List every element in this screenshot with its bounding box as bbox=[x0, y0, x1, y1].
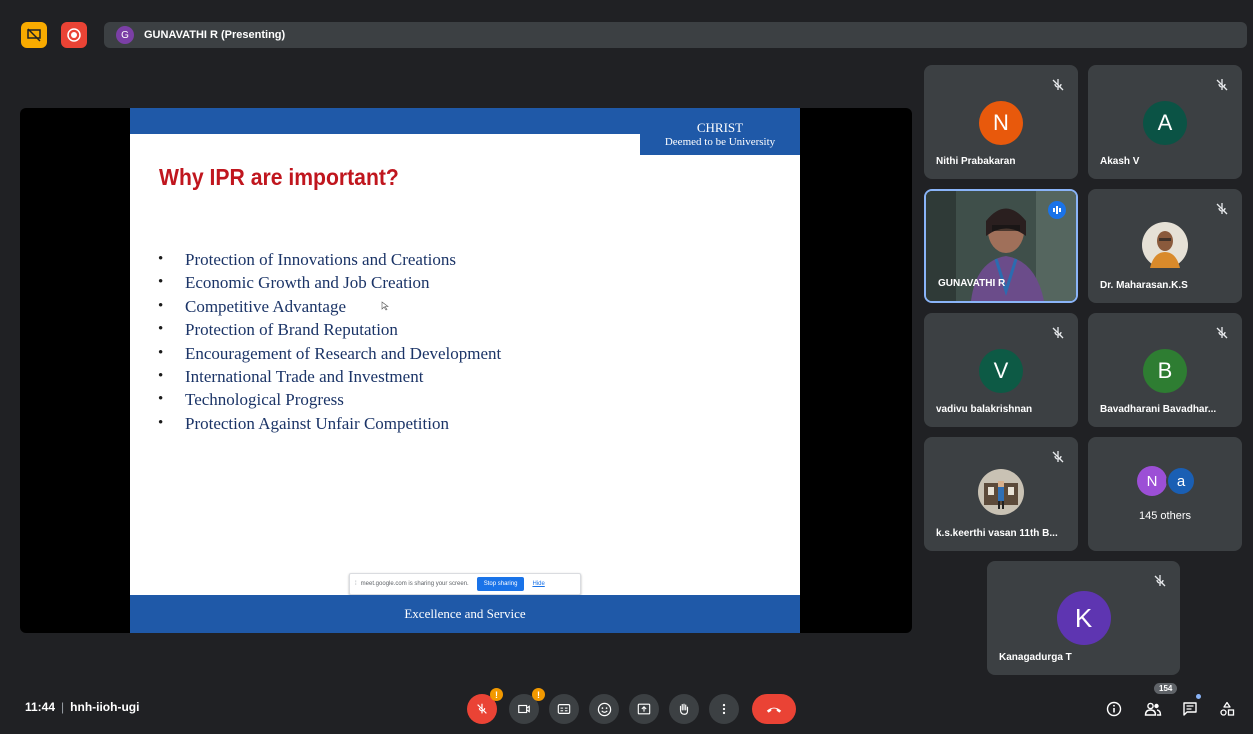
stop-sharing-button[interactable]: Stop sharing bbox=[476, 577, 525, 591]
participant-tile[interactable]: k.s.keerthi vasan 11th B... bbox=[924, 437, 1078, 551]
participant-tile-presenter[interactable]: GUNAVATHI R bbox=[924, 189, 1078, 303]
avatar-photo bbox=[978, 469, 1024, 515]
reactions-button[interactable] bbox=[589, 694, 619, 724]
slide-title: Why IPR are important? bbox=[159, 164, 399, 190]
others-avatar: a bbox=[1166, 466, 1196, 496]
presenting-label: GUNAVATHI R (Presenting) bbox=[144, 29, 286, 41]
bullet-item: • International Trade and Investment bbox=[158, 366, 424, 386]
meeting-details: 11:44 | hnh-iioh-ugi bbox=[25, 700, 140, 714]
bullet-item: • Protection of Brand Reputation bbox=[158, 320, 398, 340]
hand-icon bbox=[679, 703, 689, 715]
hang-up-icon bbox=[766, 707, 782, 713]
people-button[interactable] bbox=[1142, 698, 1164, 720]
participant-name: Nithi Prabakaran bbox=[936, 156, 1016, 167]
warning-badge: ! bbox=[490, 688, 503, 701]
participant-name: k.s.keerthi vasan 11th B... bbox=[936, 528, 1058, 539]
captions-icon bbox=[557, 704, 571, 714]
mic-off-icon bbox=[1052, 79, 1064, 91]
institution-box: CHRIST Deemed to be University bbox=[640, 108, 800, 155]
hide-link[interactable]: Hide bbox=[532, 581, 544, 587]
activities-icon bbox=[1220, 701, 1235, 716]
bullet-item: • Technological Progress bbox=[158, 390, 344, 410]
mic-off-icon bbox=[1154, 575, 1166, 587]
participant-tile[interactable]: A Akash V bbox=[1088, 65, 1242, 179]
screen-share-notice: ⁞ meet.google.com is sharing your screen… bbox=[349, 573, 581, 595]
chat-notification-dot bbox=[1196, 694, 1201, 699]
bullet-item: • Protection of Innovations and Creations bbox=[158, 250, 457, 269]
mic-off-icon bbox=[1216, 327, 1228, 339]
clock-time: 11:44 bbox=[25, 700, 56, 714]
participant-tile[interactable]: K Kanagadurga T bbox=[987, 561, 1180, 675]
others-tile[interactable]: N a 145 others bbox=[1088, 437, 1242, 551]
bullet-list: • Protection of Innovations and Creations… bbox=[158, 248, 501, 435]
top-bar: G GUNAVATHI R (Presenting) bbox=[0, 0, 1253, 62]
participant-name: GUNAVATHI R bbox=[938, 278, 1006, 289]
mic-off-icon bbox=[1052, 451, 1064, 463]
leave-call-button[interactable] bbox=[752, 694, 796, 724]
camera-toggle-button[interactable]: ! bbox=[509, 688, 545, 724]
speaking-indicator-icon bbox=[1048, 201, 1066, 219]
bullet-item: • Competitive Advantage bbox=[158, 296, 346, 316]
info-icon bbox=[1106, 701, 1122, 717]
mic-off-icon bbox=[1052, 327, 1064, 339]
participant-avatar: B bbox=[1143, 349, 1187, 393]
participant-avatar: N bbox=[979, 101, 1023, 145]
participant-tile[interactable]: Dr. Maharasan.K.S bbox=[1088, 189, 1242, 303]
mic-off-icon bbox=[1216, 79, 1228, 91]
others-count: 145 others bbox=[1139, 510, 1191, 522]
more-vert-icon bbox=[722, 703, 726, 715]
participant-name: Akash V bbox=[1100, 156, 1140, 167]
mouse-cursor-icon bbox=[381, 301, 389, 311]
warning-badge: ! bbox=[532, 688, 545, 701]
participant-tile[interactable]: B Bavadharani Bavadhar... bbox=[1088, 313, 1242, 427]
presentation-icon[interactable] bbox=[21, 22, 47, 48]
chat-icon bbox=[1183, 702, 1197, 716]
participant-name: Kanagadurga T bbox=[999, 652, 1072, 663]
participant-tile[interactable]: N Nithi Prabakaran bbox=[924, 65, 1078, 179]
activities-button[interactable] bbox=[1216, 698, 1238, 720]
participant-count-badge: 154 bbox=[1154, 683, 1178, 694]
meeting-info-button[interactable] bbox=[1103, 698, 1125, 720]
presenter-avatar: G bbox=[116, 26, 134, 44]
mic-off-icon bbox=[1216, 203, 1228, 215]
institution-name: CHRIST bbox=[696, 120, 744, 135]
meeting-code: hnh-iioh-ugi bbox=[70, 700, 140, 714]
participant-avatar: K bbox=[1056, 591, 1111, 645]
mic-toggle-button[interactable]: ! bbox=[467, 688, 503, 724]
avatar-photo bbox=[1142, 222, 1188, 268]
captions-button[interactable] bbox=[549, 694, 579, 724]
bullet-item: • Economic Growth and Job Creation bbox=[158, 273, 430, 293]
share-notice-text: meet.google.com is sharing your screen. bbox=[360, 581, 469, 587]
present-icon bbox=[637, 703, 651, 715]
camera-off-icon bbox=[518, 704, 530, 714]
participant-name: vadivu balakrishnan bbox=[936, 404, 1033, 415]
participant-avatar: V bbox=[979, 349, 1023, 393]
present-screen-button[interactable] bbox=[629, 694, 659, 724]
participant-tile[interactable]: V vadivu balakrishnan bbox=[924, 313, 1078, 427]
mic-off-icon bbox=[477, 703, 487, 714]
slide-footer: Excellence and Service bbox=[130, 595, 800, 633]
more-options-button[interactable] bbox=[709, 694, 739, 724]
others-avatar: N bbox=[1137, 466, 1167, 496]
presentation-stage: CHRIST Deemed to be University Why IPR a… bbox=[20, 108, 912, 633]
presenting-chip[interactable]: G GUNAVATHI R (Presenting) bbox=[104, 22, 1247, 48]
institution-subtitle: Deemed to be University bbox=[664, 136, 776, 148]
drag-handle-icon[interactable]: ⁞ bbox=[355, 581, 357, 587]
participant-name: Dr. Maharasan.K.S bbox=[1100, 280, 1188, 291]
people-icon bbox=[1144, 702, 1162, 716]
participant-avatar: A bbox=[1143, 101, 1187, 145]
recording-icon[interactable] bbox=[61, 22, 87, 48]
participant-name: Bavadharani Bavadhar... bbox=[1100, 404, 1217, 415]
emoji-icon bbox=[597, 702, 611, 716]
raise-hand-button[interactable] bbox=[669, 694, 699, 724]
chat-button[interactable] bbox=[1179, 698, 1201, 720]
bullet-item: • Protection Against Unfair Competition bbox=[158, 413, 449, 433]
bullet-item: • Encouragement of Research and Developme… bbox=[158, 343, 502, 363]
slide: CHRIST Deemed to be University Why IPR a… bbox=[130, 108, 800, 633]
